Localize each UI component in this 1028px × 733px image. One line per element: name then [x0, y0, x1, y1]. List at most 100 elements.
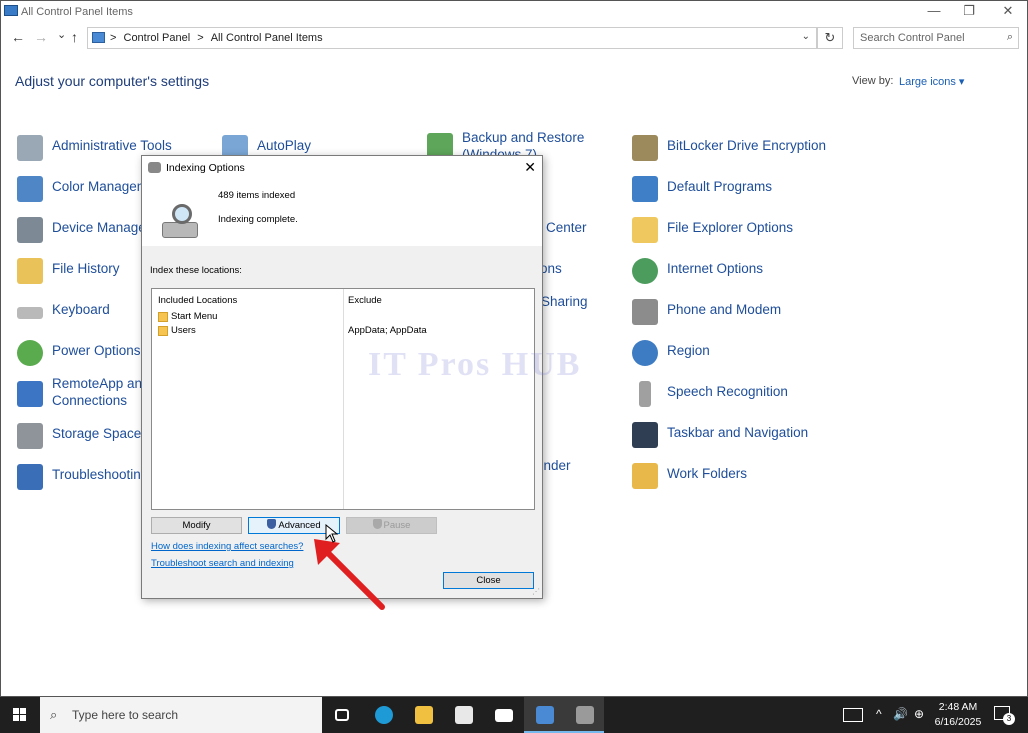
shield-icon [267, 519, 277, 529]
index-locations-label: Index these locations: [150, 265, 242, 276]
watermark: IT Pros HUB [368, 346, 582, 383]
column-header-exclude[interactable]: Exclude [348, 295, 382, 306]
troubleshoot-link[interactable]: Troubleshoot search and indexing [151, 558, 294, 569]
resize-grip-icon[interactable]: ⋰ [532, 587, 540, 596]
internet-options-icon [632, 258, 658, 284]
power-options-icon [17, 340, 43, 366]
item-label: Center [546, 220, 587, 235]
maximize-button[interactable]: ❐ [949, 3, 989, 21]
recent-locations-icon[interactable]: ⌄ [57, 28, 66, 41]
breadcrumb-control-panel[interactable]: Control Panel [124, 32, 191, 44]
item-label: RemoteApp and [52, 376, 150, 391]
microphone-icon [639, 381, 651, 407]
taskbar-navigation-icon [632, 422, 658, 448]
item-label: Device Manager [52, 220, 151, 235]
mail-icon [495, 709, 513, 722]
item-label: Sharing [541, 294, 588, 309]
start-button[interactable] [0, 697, 40, 733]
dialog-title-bar: Indexing Options ✕ [142, 156, 542, 180]
breadcrumb-all-items[interactable]: All Control Panel Items [211, 32, 323, 44]
item-label: Keyboard [52, 302, 110, 317]
close-dialog-button[interactable]: Close [443, 572, 534, 589]
indexing-magnifier-icon [162, 204, 200, 240]
chevron-down-icon[interactable]: ⌄ [802, 31, 810, 42]
dialog-title: Indexing Options [166, 162, 245, 174]
taskbar-search-placeholder: Type here to search [72, 708, 179, 722]
indexing-icon [576, 706, 594, 724]
region-icon [632, 340, 658, 366]
address-field[interactable]: > Control Panel > All Control Panel Item… [87, 27, 817, 49]
keyboard-layout-icon[interactable] [843, 708, 863, 722]
search-icon: ⌕ [1006, 31, 1013, 43]
item-label: Color Managem [52, 179, 149, 194]
search-input[interactable]: Search Control Panel ⌕ [853, 27, 1019, 49]
work-folders-icon [632, 463, 658, 489]
folder-icon [415, 706, 433, 724]
edge-button[interactable] [363, 697, 403, 733]
indexing-status: Indexing complete. [218, 214, 298, 225]
control-panel-icon [92, 32, 105, 43]
mail-button[interactable] [483, 697, 523, 733]
time: 2:48 AM [938, 701, 978, 713]
minimize-button[interactable]: — [914, 3, 954, 21]
taskbar-search-input[interactable]: ⌕ Type here to search [40, 697, 322, 733]
notification-center-icon[interactable]: 3 [994, 706, 1015, 725]
item-label: Internet Options [667, 261, 764, 276]
control-panel-taskbar-button[interactable] [524, 697, 564, 733]
bitlocker-icon [632, 135, 658, 161]
clock[interactable]: 2:48 AM 6/16/2025 [930, 700, 986, 730]
task-view-button[interactable] [322, 697, 362, 733]
item-label: BitLocker Drive Encryption [667, 138, 827, 153]
items-indexed-count: 489 items indexed [218, 190, 296, 201]
breadcrumb-separator: > [197, 32, 204, 44]
item-label: Troubleshooting [52, 467, 149, 482]
forward-arrow-icon[interactable]: → [34, 29, 48, 45]
address-bar-row: ← → ⌄ ↑ > Control Panel > All Control Pa… [1, 25, 1027, 51]
item-label: Taskbar and Navigation [667, 425, 809, 440]
locations-list[interactable]: Included Locations Exclude Start Menu Us… [151, 288, 535, 510]
phone-modem-icon [632, 299, 658, 325]
how-indexing-affects-link[interactable]: How does indexing affect searches? [151, 541, 303, 552]
volume-icon[interactable]: 🔊 [893, 707, 908, 721]
column-header-included[interactable]: Included Locations [158, 295, 237, 306]
administrative-tools-icon [17, 135, 43, 161]
back-arrow-icon[interactable]: ← [11, 29, 25, 45]
item-label: Administrative Tools [52, 138, 172, 153]
network-icon[interactable]: ⊕ [914, 707, 924, 721]
breadcrumb: > Control Panel > All Control Panel Item… [110, 32, 323, 44]
taskbar: ⌕ Type here to search ^ 🔊 ⊕ 2:48 AM 6/16… [0, 697, 1028, 733]
item-label: Region [667, 343, 710, 358]
task-view-icon [335, 709, 349, 721]
close-button[interactable]: ✕ [988, 3, 1028, 21]
item-label: Storage Spaces [52, 426, 149, 441]
store-button[interactable] [443, 697, 483, 733]
troubleshooting-icon [17, 464, 43, 490]
search-icon: ⌕ [50, 707, 58, 722]
item-label: Work Folders [667, 466, 748, 481]
location-name: Start Menu [171, 311, 218, 322]
red-arrow-annotation [314, 539, 385, 610]
location-name: Users [171, 325, 196, 336]
modify-button[interactable]: Modify [151, 517, 242, 534]
search-placeholder: Search Control Panel [860, 32, 965, 44]
view-by-dropdown[interactable]: Large icons ▾ [899, 75, 964, 88]
tray-chevron-icon[interactable]: ^ [876, 707, 882, 721]
window-title: All Control Panel Items [21, 6, 133, 18]
dialog-close-icon[interactable]: ✕ [524, 159, 536, 176]
mouse-pointer-icon [325, 524, 339, 543]
column-divider [343, 289, 344, 509]
item-label: Speech Recognition [667, 384, 788, 399]
item-label: Power Options [52, 343, 141, 358]
breadcrumb-separator: > [110, 32, 117, 44]
windows-logo-icon [13, 708, 27, 722]
refresh-button[interactable]: ↻ [817, 27, 843, 49]
item-label: Phone and Modem [667, 302, 782, 317]
up-arrow-icon[interactable]: ↑ [71, 29, 78, 45]
file-explorer-button[interactable] [403, 697, 443, 733]
edge-icon [375, 706, 393, 724]
item-label: File History [52, 261, 120, 276]
title-bar: All Control Panel Items — ❐ ✕ [1, 1, 1027, 23]
indexing-options-taskbar-button[interactable] [564, 697, 604, 733]
item-label: Backup and Restore [462, 130, 585, 145]
storage-spaces-icon [17, 423, 43, 449]
